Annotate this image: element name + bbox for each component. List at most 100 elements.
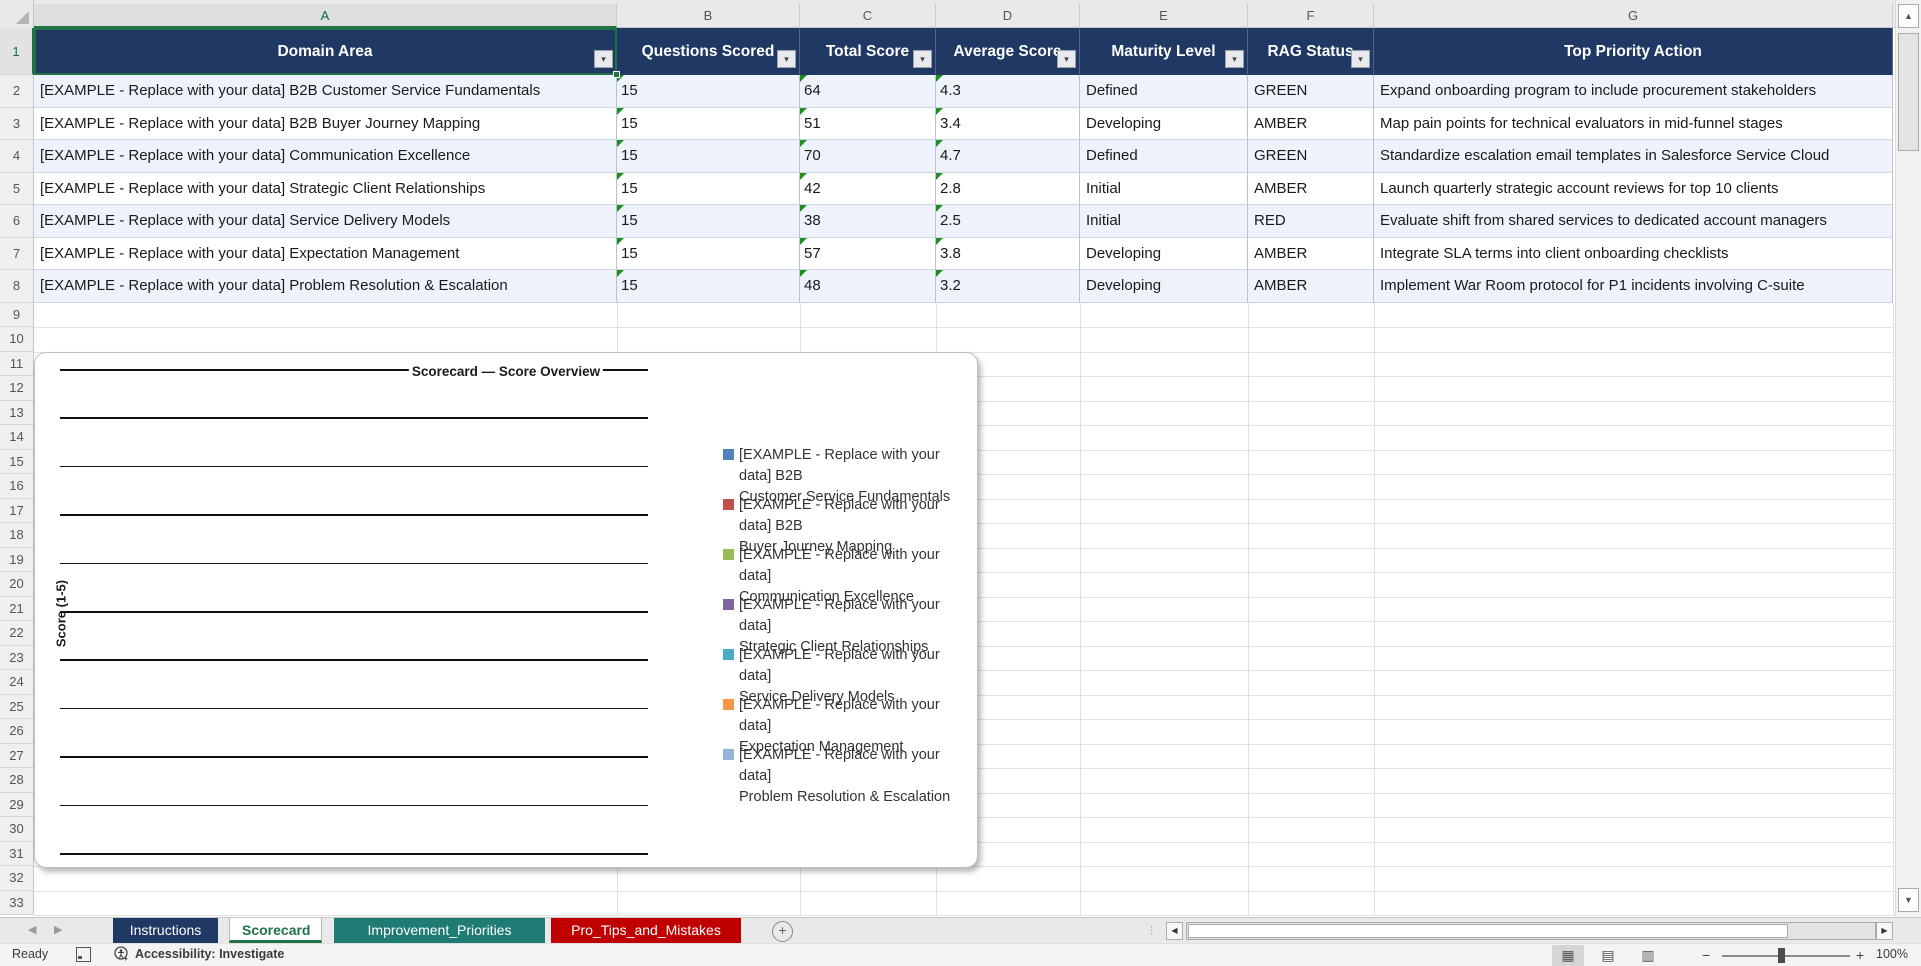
row-header-24[interactable]: 24 bbox=[0, 670, 34, 695]
cell-r8c1[interactable]: [EXAMPLE - Replace with your data] Probl… bbox=[34, 270, 617, 303]
sheet-tab-instructions[interactable]: Instructions bbox=[113, 918, 218, 943]
zoom-slider-track[interactable] bbox=[1722, 955, 1850, 957]
cell-r2c2[interactable]: 15 bbox=[617, 75, 800, 108]
cell-r3c3[interactable]: 51 bbox=[800, 107, 936, 140]
filter-button[interactable]: ▾ bbox=[1225, 50, 1244, 68]
filter-button[interactable]: ▾ bbox=[1351, 50, 1370, 68]
cell-r7c2[interactable]: 15 bbox=[617, 237, 800, 270]
cell-r4c1[interactable]: [EXAMPLE - Replace with your data] Commu… bbox=[34, 140, 617, 173]
row-header-16[interactable]: 16 bbox=[0, 474, 34, 499]
row-header-21[interactable]: 21 bbox=[0, 596, 34, 621]
view-normal-button[interactable]: ▦ bbox=[1552, 945, 1584, 966]
row-header-9[interactable]: 9 bbox=[0, 302, 34, 327]
cell-r8c2[interactable]: 15 bbox=[617, 270, 800, 303]
cell-r6c7[interactable]: Evaluate shift from shared services to d… bbox=[1374, 205, 1893, 238]
filter-button[interactable]: ▾ bbox=[594, 50, 613, 68]
cell-r5c1[interactable]: [EXAMPLE - Replace with your data] Strat… bbox=[34, 172, 617, 205]
cell-r8c6[interactable]: AMBER bbox=[1248, 270, 1374, 303]
cell-r3c7[interactable]: Map pain points for technical evaluators… bbox=[1374, 107, 1893, 140]
select-all-button[interactable] bbox=[0, 0, 34, 28]
prev-sheet-button[interactable]: ◀ bbox=[28, 923, 36, 936]
cell-r3c6[interactable]: AMBER bbox=[1248, 107, 1374, 140]
row-header-23[interactable]: 23 bbox=[0, 645, 34, 670]
tab-scroll-splitter[interactable]: ⋮ bbox=[1146, 924, 1158, 937]
cell-r5c3[interactable]: 42 bbox=[800, 172, 936, 205]
cell-r8c7[interactable]: Implement War Room protocol for P1 incid… bbox=[1374, 270, 1893, 303]
table-header-2[interactable]: Questions Scored ▾ bbox=[617, 28, 800, 75]
scroll-up-button[interactable]: ▲ bbox=[1898, 4, 1919, 28]
sheet-tab-pro_tips_and_mistakes[interactable]: Pro_Tips_and_Mistakes bbox=[551, 918, 741, 943]
cell-r8c4[interactable]: 3.2 bbox=[936, 270, 1080, 303]
row-header-32[interactable]: 32 bbox=[0, 866, 34, 891]
sheet-tab-scorecard[interactable]: Scorecard bbox=[229, 918, 322, 943]
row-header-25[interactable]: 25 bbox=[0, 694, 34, 719]
accessibility-checker-button[interactable]: Accessibility: Investigate bbox=[114, 946, 284, 962]
row-header-30[interactable]: 30 bbox=[0, 817, 34, 842]
table-header-6[interactable]: RAG Status ▾ bbox=[1248, 28, 1374, 75]
cell-r5c2[interactable]: 15 bbox=[617, 172, 800, 205]
cell-r7c3[interactable]: 57 bbox=[800, 237, 936, 270]
vertical-scroll-thumb[interactable] bbox=[1898, 33, 1919, 151]
cell-r7c1[interactable]: [EXAMPLE - Replace with your data] Expec… bbox=[34, 237, 617, 270]
cell-r2c4[interactable]: 4.3 bbox=[936, 75, 1080, 108]
row-header-28[interactable]: 28 bbox=[0, 768, 34, 793]
cell-r2c3[interactable]: 64 bbox=[800, 75, 936, 108]
cell-r3c1[interactable]: [EXAMPLE - Replace with your data] B2B B… bbox=[34, 107, 617, 140]
cell-r5c5[interactable]: Initial bbox=[1080, 172, 1248, 205]
cell-r2c5[interactable]: Defined bbox=[1080, 75, 1248, 108]
fill-handle[interactable] bbox=[613, 71, 620, 78]
row-header-33[interactable]: 33 bbox=[0, 890, 34, 915]
cell-r2c1[interactable]: [EXAMPLE - Replace with your data] B2B C… bbox=[34, 75, 617, 108]
cell-r4c3[interactable]: 70 bbox=[800, 140, 936, 173]
cell-r2c6[interactable]: GREEN bbox=[1248, 75, 1374, 108]
filter-button[interactable]: ▾ bbox=[913, 50, 932, 68]
cell-r3c2[interactable]: 15 bbox=[617, 107, 800, 140]
vertical-scrollbar[interactable]: ▲ ▼ bbox=[1895, 0, 1921, 917]
cell-r4c7[interactable]: Standardize escalation email templates i… bbox=[1374, 140, 1893, 173]
zoom-percent-label[interactable]: 100% bbox=[1876, 947, 1908, 961]
row-header-14[interactable]: 14 bbox=[0, 425, 34, 450]
cell-r5c7[interactable]: Launch quarterly strategic account revie… bbox=[1374, 172, 1893, 205]
next-sheet-button[interactable]: ▶ bbox=[54, 923, 62, 936]
column-header-c[interactable]: C bbox=[800, 4, 936, 28]
column-header-b[interactable]: B bbox=[617, 4, 800, 28]
column-header-g[interactable]: G bbox=[1374, 4, 1893, 28]
h-scroll-right-button[interactable]: ▶ bbox=[1876, 922, 1893, 940]
row-header-20[interactable]: 20 bbox=[0, 572, 34, 597]
row-header-27[interactable]: 27 bbox=[0, 743, 34, 768]
column-header-d[interactable]: D bbox=[936, 4, 1080, 28]
row-header-13[interactable]: 13 bbox=[0, 400, 34, 425]
score-overview-chart[interactable]: Scorecard — Score Overview Score (1-5) [… bbox=[34, 352, 978, 868]
cell-r8c3[interactable]: 48 bbox=[800, 270, 936, 303]
row-header-10[interactable]: 10 bbox=[0, 327, 34, 352]
filter-button[interactable]: ▾ bbox=[777, 50, 796, 68]
view-page-layout-button[interactable]: ▤ bbox=[1592, 945, 1624, 966]
filter-button[interactable]: ▾ bbox=[1057, 50, 1076, 68]
row-header-31[interactable]: 31 bbox=[0, 841, 34, 866]
table-header-3[interactable]: Total Score ▾ bbox=[800, 28, 936, 75]
table-header-4[interactable]: Average Score ▾ bbox=[936, 28, 1080, 75]
cell-r6c3[interactable]: 38 bbox=[800, 205, 936, 238]
row-header-11[interactable]: 11 bbox=[0, 351, 34, 376]
cell-r4c4[interactable]: 4.7 bbox=[936, 140, 1080, 173]
cell-r6c5[interactable]: Initial bbox=[1080, 205, 1248, 238]
zoom-slider-thumb[interactable] bbox=[1778, 948, 1785, 963]
cell-r6c2[interactable]: 15 bbox=[617, 205, 800, 238]
row-header-22[interactable]: 22 bbox=[0, 621, 34, 646]
cell-r7c4[interactable]: 3.8 bbox=[936, 237, 1080, 270]
cell-r4c6[interactable]: GREEN bbox=[1248, 140, 1374, 173]
cell-r7c7[interactable]: Integrate SLA terms into client onboardi… bbox=[1374, 237, 1893, 270]
horizontal-scroll-thumb[interactable] bbox=[1188, 924, 1788, 938]
cell-r6c6[interactable]: RED bbox=[1248, 205, 1374, 238]
scroll-down-button[interactable]: ▼ bbox=[1898, 888, 1919, 912]
cell-r6c1[interactable]: [EXAMPLE - Replace with your data] Servi… bbox=[34, 205, 617, 238]
table-header-7[interactable]: Top Priority Action bbox=[1374, 28, 1893, 75]
cell-r4c5[interactable]: Defined bbox=[1080, 140, 1248, 173]
zoom-in-button[interactable]: + bbox=[1856, 947, 1864, 963]
sheet-tab-improvement_priorities[interactable]: Improvement_Priorities bbox=[334, 918, 545, 943]
h-scroll-left-button[interactable]: ◀ bbox=[1166, 922, 1183, 940]
row-header-15[interactable]: 15 bbox=[0, 449, 34, 474]
row-header-18[interactable]: 18 bbox=[0, 523, 34, 548]
cell-r2c7[interactable]: Expand onboarding program to include pro… bbox=[1374, 75, 1893, 108]
macro-record-icon[interactable] bbox=[76, 947, 91, 962]
